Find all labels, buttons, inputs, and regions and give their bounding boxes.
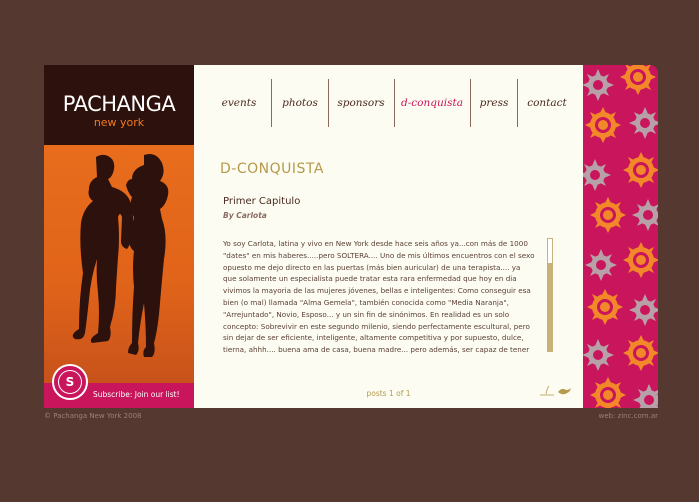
left-column: PACHANGA new york S Subscribe: Join our … [44, 65, 194, 408]
brand-name: PACHANGA [62, 92, 176, 116]
subscribe-bar[interactable]: S Subscribe: Join our list! [44, 364, 194, 408]
nav-events[interactable]: events [210, 79, 268, 127]
nav-divider [394, 79, 395, 127]
section-title: D-CONQUISTA [220, 161, 324, 177]
nav-divider [271, 79, 272, 127]
main-panel: events photos sponsors d-conquista press… [194, 65, 583, 408]
nav-divider [328, 79, 329, 127]
wine-glass [134, 178, 137, 202]
decorative-birds-icon [540, 385, 571, 396]
subscribe-letter: S [58, 370, 82, 394]
brand-city: new york [93, 116, 145, 129]
woman-silhouette [126, 154, 169, 357]
logo[interactable]: PACHANGA new york [44, 65, 194, 145]
nav-photos[interactable]: photos [273, 79, 327, 127]
nav-d-conquista[interactable]: d-conquista [396, 79, 468, 127]
pagination-label: posts 1 of 1 [366, 389, 411, 398]
article-author: By Carlota [223, 211, 267, 220]
scroll-thumb[interactable] [548, 239, 552, 263]
floral-pattern [583, 65, 658, 408]
subscribe-icon[interactable]: S [52, 364, 88, 400]
article-title: Primer Capitulo [223, 196, 301, 207]
nav-contact[interactable]: contact [519, 79, 575, 127]
man-silhouette [72, 154, 134, 343]
site-frame: PACHANGA new york S Subscribe: Join our … [44, 65, 658, 408]
subscribe-link[interactable]: Subscribe: Join our list! [93, 390, 180, 399]
nav-sponsors[interactable]: sponsors [330, 79, 392, 127]
credit-link[interactable]: web: zinc.com.ar [598, 412, 658, 420]
main-nav: events photos sponsors d-conquista press… [194, 79, 583, 127]
copyright: © Pachanga New York 2008 [44, 412, 142, 420]
article-body: Yo soy Carlota, latina y vivo en New Yor… [223, 239, 535, 355]
couple-illustration [44, 145, 194, 383]
scrollbar[interactable] [547, 238, 553, 352]
nav-press[interactable]: press [472, 79, 516, 127]
nav-divider [517, 79, 518, 127]
nav-divider [470, 79, 471, 127]
